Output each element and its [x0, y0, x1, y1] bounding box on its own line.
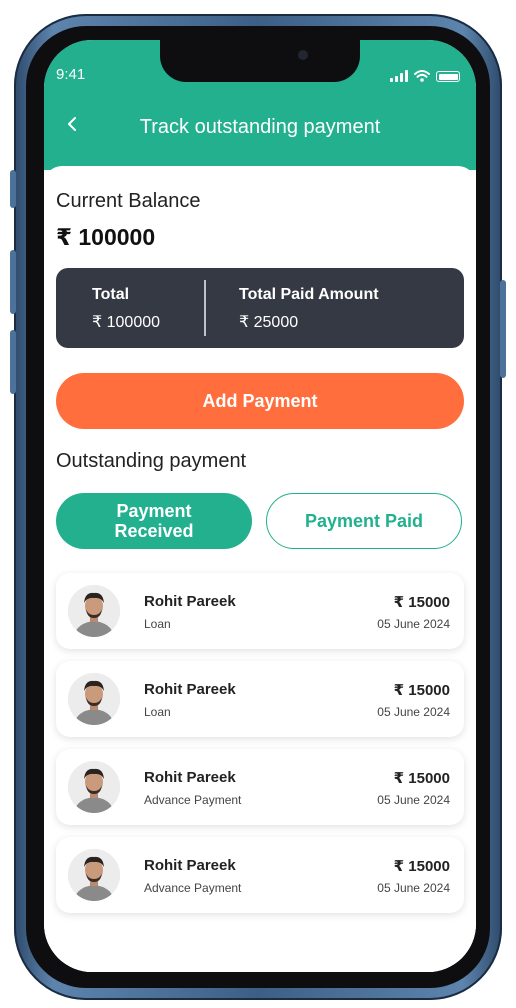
payment-type: Loan — [144, 705, 171, 719]
summary-card: Total ₹ 100000 Total Paid Amount ₹ 25000 — [56, 268, 464, 348]
payment-name: Rohit Pareek — [144, 769, 236, 786]
payment-name: Rohit Pareek — [144, 681, 236, 698]
power-button — [500, 280, 506, 378]
add-payment-button[interactable]: Add Payment — [56, 373, 464, 429]
status-icons — [390, 68, 460, 82]
avatar — [68, 761, 120, 813]
payment-amount: ₹ 15000 — [393, 858, 450, 875]
camera-icon — [298, 50, 308, 60]
payment-date: 05 June 2024 — [377, 793, 450, 807]
total-value: ₹ 100000 — [92, 314, 161, 331]
avatar — [68, 849, 120, 901]
total-label: Total — [92, 286, 130, 303]
wifi-icon — [414, 70, 430, 82]
payment-amount: ₹ 15000 — [393, 594, 450, 611]
summary-divider — [204, 280, 206, 336]
payment-name: Rohit Pareek — [144, 857, 236, 874]
payment-date: 05 June 2024 — [377, 881, 450, 895]
current-balance-label: Current Balance — [56, 190, 201, 212]
current-balance-value: ₹ 100000 — [56, 224, 156, 250]
total-paid-value: ₹ 25000 — [239, 314, 299, 331]
payment-amount: ₹ 15000 — [393, 682, 450, 699]
tab-payment-paid[interactable]: Payment Paid — [266, 493, 462, 549]
tab-payment-received[interactable]: Payment Received — [56, 493, 252, 549]
mute-switch — [10, 170, 16, 208]
signal-icon — [390, 70, 408, 82]
payment-amount: ₹ 15000 — [393, 770, 450, 787]
payment-date: 05 June 2024 — [377, 617, 450, 631]
payment-type: Advance Payment — [144, 793, 242, 807]
payment-card[interactable]: Rohit Pareek Loan ₹ 15000 05 June 2024 — [56, 573, 464, 649]
total-paid-label: Total Paid Amount — [239, 286, 379, 303]
payment-card[interactable]: Rohit Pareek Advance Payment ₹ 15000 05 … — [56, 837, 464, 913]
payment-date: 05 June 2024 — [377, 705, 450, 719]
payment-name: Rohit Pareek — [144, 593, 236, 610]
battery-icon — [436, 71, 460, 82]
paid-column: Total Paid Amount ₹ 25000 — [239, 286, 379, 332]
payment-type: Loan — [144, 617, 171, 631]
status-time: 9:41 — [56, 66, 86, 83]
payment-type: Advance Payment — [144, 881, 242, 895]
avatar — [68, 585, 120, 637]
volume-down-button — [10, 330, 16, 394]
camera-notch — [160, 40, 360, 82]
total-column: Total ₹ 100000 — [92, 286, 160, 332]
payment-card[interactable]: Rohit Pareek Advance Payment ₹ 15000 05 … — [56, 749, 464, 825]
app-screen: 9:41 Track outstanding payment Current B… — [44, 40, 476, 972]
outstanding-payment-heading: Outstanding payment — [56, 450, 247, 472]
avatar — [68, 673, 120, 725]
payment-card[interactable]: Rohit Pareek Loan ₹ 15000 05 June 2024 — [56, 661, 464, 737]
page-title: Track outstanding payment — [139, 116, 381, 138]
volume-up-button — [10, 250, 16, 314]
